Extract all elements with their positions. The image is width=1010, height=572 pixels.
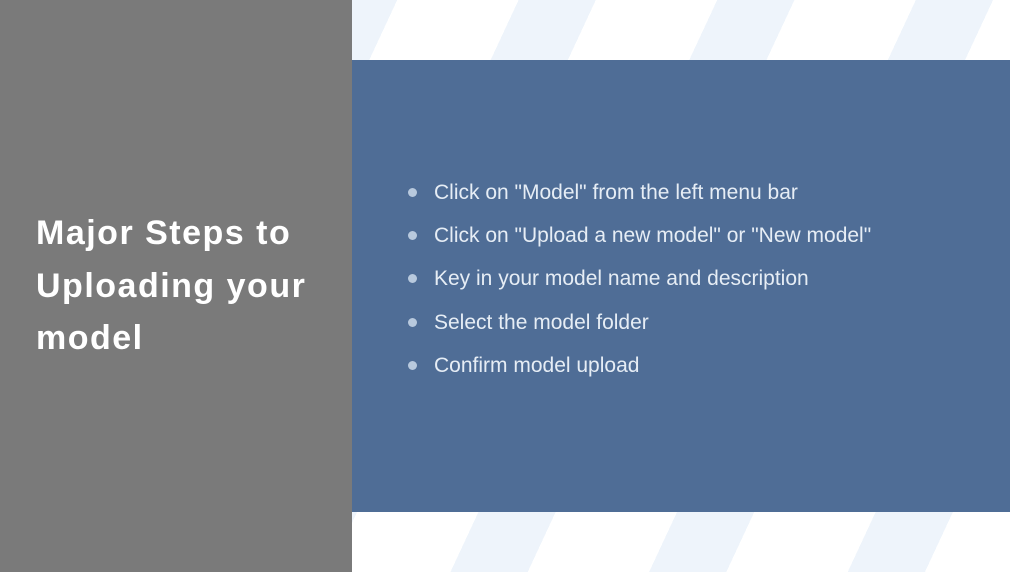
step-item: Confirm model upload: [404, 351, 960, 380]
title-panel: Major Steps to Uploading your model: [0, 0, 352, 572]
slide-title: Major Steps to Uploading your model: [36, 207, 316, 365]
step-item: Click on "Upload a new model" or "New mo…: [404, 221, 960, 250]
content-panel: Click on "Model" from the left menu bar …: [352, 60, 1010, 512]
steps-list: Click on "Model" from the left menu bar …: [404, 178, 960, 395]
step-item: Select the model folder: [404, 308, 960, 337]
step-item: Key in your model name and description: [404, 264, 960, 293]
step-item: Click on "Model" from the left menu bar: [404, 178, 960, 207]
